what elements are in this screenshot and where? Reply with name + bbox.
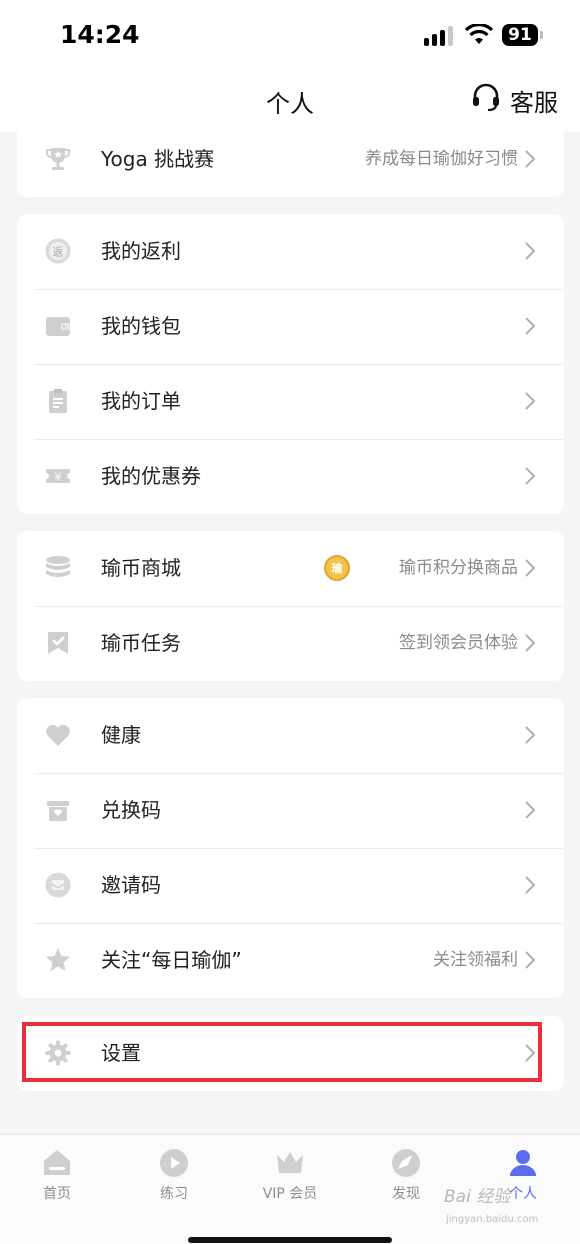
heart-icon bbox=[44, 721, 72, 749]
chevron-right-icon bbox=[524, 725, 536, 745]
star-icon bbox=[44, 946, 72, 974]
chevron-right-icon bbox=[524, 558, 536, 578]
coin-stack-icon bbox=[44, 554, 72, 582]
list-item-coin-tasks[interactable]: 瑜币任务 签到领会员体验 bbox=[17, 606, 564, 681]
list-item-label: 邀请码 bbox=[101, 873, 161, 897]
clipboard-icon bbox=[44, 387, 72, 415]
list-item-label: 我的钱包 bbox=[101, 314, 181, 338]
list-item-subtitle: 养成每日瑜伽好习惯 bbox=[365, 149, 518, 169]
chevron-right-icon bbox=[524, 950, 536, 970]
customer-service-label: 客服 bbox=[510, 88, 558, 117]
list-item-label: 兑换码 bbox=[101, 798, 161, 822]
yu-coin-icon: 瑜 bbox=[324, 555, 350, 581]
list-item-follow[interactable]: 关注“每日瑜伽” 关注领福利 bbox=[17, 923, 564, 998]
tab-practice[interactable]: 练习 bbox=[124, 1147, 224, 1203]
watermark-url: jingyan.baidu.com bbox=[446, 1214, 539, 1225]
gift-box-icon bbox=[44, 796, 72, 824]
list-item-label: Yoga 挑战赛 bbox=[101, 147, 215, 171]
list-item-invite-code[interactable]: 邀请码 bbox=[17, 848, 564, 923]
list-item-wallet[interactable]: 我的钱包 bbox=[17, 289, 564, 364]
chevron-right-icon bbox=[524, 800, 536, 820]
trophy-icon bbox=[44, 145, 72, 173]
list-item-label: 健康 bbox=[101, 723, 141, 747]
list-item-yoga-challenge[interactable]: Yoga 挑战赛 养成每日瑜伽好习惯 bbox=[17, 122, 564, 197]
chevron-right-icon bbox=[524, 875, 536, 895]
card-more: 健康 兑换码 邀请码 关注“每日瑜伽” 关注领福利 bbox=[17, 698, 564, 998]
svg-text:¥: ¥ bbox=[55, 471, 62, 484]
wallet-icon bbox=[44, 312, 72, 340]
home-indicator bbox=[188, 1237, 392, 1243]
list-item-label: 我的返利 bbox=[101, 239, 181, 263]
status-time: 14:24 bbox=[60, 20, 140, 49]
chevron-right-icon bbox=[524, 391, 536, 411]
list-item-label: 瑜币商城 bbox=[101, 556, 181, 580]
list-item-label: 我的优惠券 bbox=[101, 464, 201, 488]
list-item-subtitle: 关注领福利 bbox=[433, 950, 518, 970]
watermark-logo: Bai 经验 bbox=[444, 1187, 511, 1207]
headset-icon bbox=[470, 81, 502, 119]
compass-icon bbox=[390, 1147, 422, 1179]
card-challenge: Yoga 挑战赛 养成每日瑜伽好习惯 bbox=[17, 122, 564, 197]
card-account: 返 我的返利 我的钱包 我的订单 ¥ 我的优惠券 bbox=[17, 214, 564, 514]
chevron-right-icon bbox=[524, 466, 536, 486]
list-item-coupons[interactable]: ¥ 我的优惠券 bbox=[17, 439, 564, 514]
cellular-signal-icon bbox=[424, 24, 456, 46]
rebate-icon: 返 bbox=[44, 237, 72, 265]
chevron-right-icon bbox=[524, 633, 536, 653]
chevron-right-icon bbox=[524, 149, 536, 169]
settings-highlight-box bbox=[22, 1022, 542, 1082]
person-icon bbox=[507, 1147, 539, 1179]
crown-icon bbox=[274, 1147, 306, 1179]
list-item-coin-mall[interactable]: 瑜币商城 瑜 瑜币积分换商品 bbox=[17, 531, 564, 606]
status-bar: 14:24 91 bbox=[0, 0, 580, 70]
list-item-label: 瑜币任务 bbox=[101, 631, 181, 655]
customer-service-button[interactable]: 客服 bbox=[470, 81, 558, 119]
card-coins: 瑜币商城 瑜 瑜币积分换商品 瑜币任务 签到领会员体验 bbox=[17, 531, 564, 681]
list-item-label: 我的订单 bbox=[101, 389, 181, 413]
svg-text:返: 返 bbox=[53, 246, 64, 259]
tab-vip[interactable]: VIP 会员 bbox=[240, 1147, 340, 1203]
play-icon bbox=[158, 1147, 190, 1179]
list-item-orders[interactable]: 我的订单 bbox=[17, 364, 564, 439]
tab-home[interactable]: 首页 bbox=[7, 1147, 107, 1203]
battery-icon: 91 bbox=[502, 24, 543, 46]
tab-label: 首页 bbox=[43, 1186, 71, 1202]
list-item-rebate[interactable]: 返 我的返利 bbox=[17, 214, 564, 289]
chevron-right-icon bbox=[524, 241, 536, 261]
list-item-label: 关注“每日瑜伽” bbox=[101, 948, 242, 972]
home-icon bbox=[41, 1147, 73, 1179]
list-item-subtitle: 签到领会员体验 bbox=[399, 633, 518, 653]
tab-label: VIP 会员 bbox=[262, 1186, 318, 1202]
wifi-icon bbox=[464, 23, 494, 46]
list-item-health[interactable]: 健康 bbox=[17, 698, 564, 773]
tab-discover[interactable]: 发现 bbox=[356, 1147, 456, 1203]
task-check-icon bbox=[44, 629, 72, 657]
coupon-icon: ¥ bbox=[44, 462, 72, 490]
list-item-redeem-code[interactable]: 兑换码 bbox=[17, 773, 564, 848]
tab-label: 发现 bbox=[392, 1186, 420, 1202]
tab-label: 练习 bbox=[160, 1186, 188, 1202]
chevron-right-icon bbox=[524, 316, 536, 336]
list-item-subtitle: 瑜币积分换商品 bbox=[399, 558, 518, 578]
envelope-icon bbox=[44, 871, 72, 899]
